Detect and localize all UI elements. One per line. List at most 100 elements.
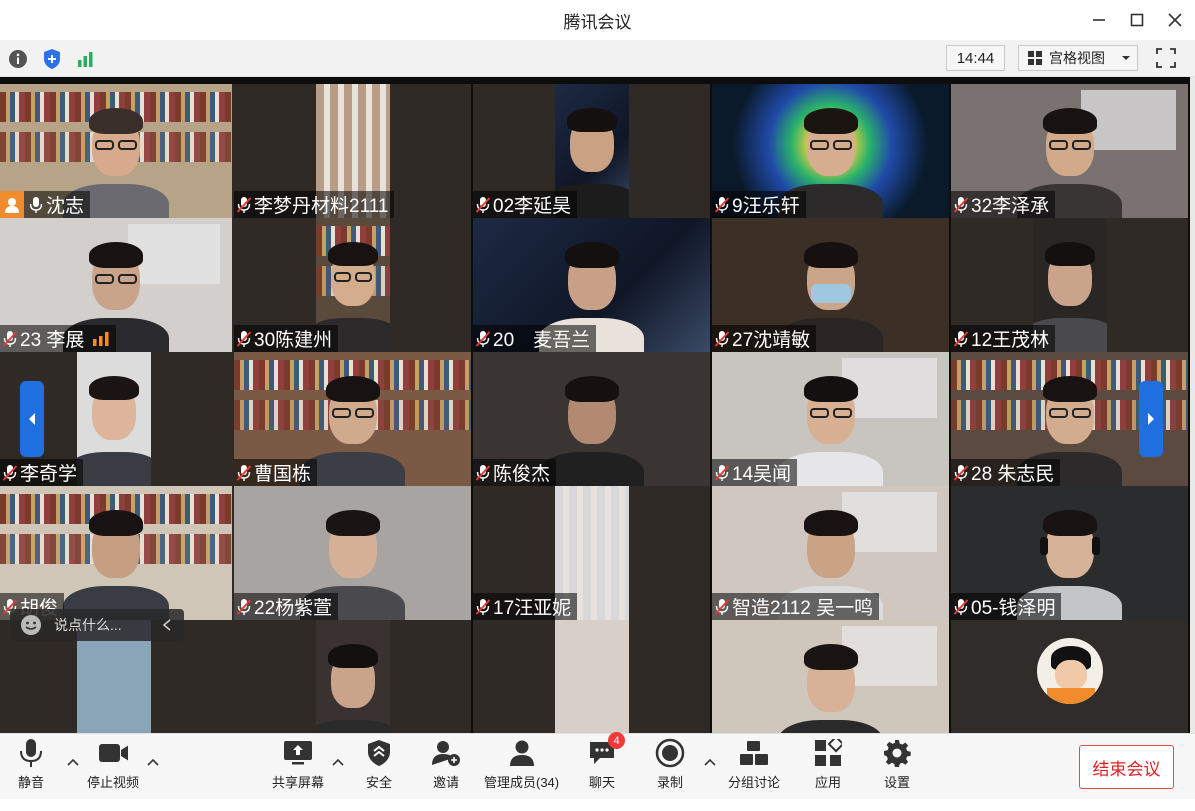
participant-name-tag: 02李延昊 xyxy=(473,191,578,218)
bottom-edge xyxy=(0,799,1195,811)
video-options-caret[interactable] xyxy=(147,756,159,768)
view-mode-label: 宫格视图 xyxy=(1049,50,1105,66)
breakout-rooms-button[interactable]: 分组讨论 xyxy=(728,738,780,791)
participant-name: 05-钱泽明 xyxy=(971,598,1056,619)
chevron-left-icon[interactable] xyxy=(162,619,172,631)
invite-icon xyxy=(432,741,460,766)
participant-tile[interactable]: 智造2112 吴一鸣 xyxy=(712,486,949,620)
participant-tile[interactable]: 30陈建州 xyxy=(234,218,471,352)
participant-name-tag: 20 麦吾兰 xyxy=(473,325,597,352)
avatar xyxy=(1037,638,1103,704)
invite-label: 邀请 xyxy=(432,775,459,790)
apps-label: 应用 xyxy=(814,775,841,790)
mute-button[interactable]: 静音 xyxy=(16,738,46,791)
participant-name: 14吴闻 xyxy=(732,464,792,485)
chat-button[interactable]: 4 聊天 xyxy=(587,732,625,791)
share-options-caret[interactable] xyxy=(332,756,344,768)
participant-tile[interactable]: 李梦丹材料2111 xyxy=(234,84,471,218)
maximize-icon[interactable] xyxy=(1127,10,1147,30)
meeting-time: 14:44 xyxy=(946,45,1005,71)
participant-name-tag: 28 朱志民 xyxy=(951,459,1061,486)
participant-tile[interactable]: 27沈靖敏 xyxy=(712,218,949,352)
chat-quick-input[interactable]: 说点什么... xyxy=(10,609,184,641)
fullscreen-icon[interactable] xyxy=(1153,45,1179,71)
participant-tile[interactable]: 20 麦吾兰 xyxy=(473,218,710,352)
record-options-caret[interactable] xyxy=(704,756,716,768)
participant-name: 12王茂林 xyxy=(971,330,1050,351)
microphone-icon xyxy=(29,196,43,213)
emoji-icon[interactable] xyxy=(20,614,42,636)
info-icon[interactable] xyxy=(6,47,30,71)
signal-icon[interactable] xyxy=(73,47,97,71)
members-icon xyxy=(509,740,534,766)
record-label: 录制 xyxy=(656,775,683,790)
chat-unread-badge: 4 xyxy=(608,732,625,749)
participant-name-tag: 曹国栋 xyxy=(234,459,318,486)
participant-tile[interactable]: 22杨紫萱 xyxy=(234,486,471,620)
participant-video xyxy=(555,620,629,733)
participant-name: 9汪乐轩 xyxy=(732,196,800,217)
mute-label: 静音 xyxy=(17,775,44,790)
participant-tile[interactable]: 曹国栋 xyxy=(234,352,471,486)
apps-button[interactable]: 应用 xyxy=(813,738,843,791)
participant-video xyxy=(712,620,949,733)
participant-video xyxy=(316,620,390,733)
participant-tile[interactable]: 32李泽承 xyxy=(951,84,1188,218)
manage-members-button[interactable]: 管理成员(34) xyxy=(484,738,559,791)
record-button[interactable]: 录制 xyxy=(655,738,685,791)
muted-mic-icon xyxy=(714,330,730,347)
chevron-left-icon xyxy=(29,413,35,425)
participant-name: 23 李展 xyxy=(20,330,85,351)
participant-name-tag: 12王茂林 xyxy=(951,325,1056,352)
share-screen-label: 共享屏幕 xyxy=(272,775,325,790)
apps-icon xyxy=(815,739,842,766)
page-next-button[interactable] xyxy=(1139,381,1163,457)
participant-tile[interactable]: 14吴闻 xyxy=(712,352,949,486)
stop-video-button[interactable]: 停止视频 xyxy=(87,738,139,791)
settings-button[interactable]: 设置 xyxy=(882,738,912,791)
participant-tile[interactable]: 胡俊 xyxy=(0,486,237,620)
participant-name-tag: 05-钱泽明 xyxy=(951,593,1062,620)
chat-placeholder: 说点什么... xyxy=(54,617,122,633)
participant-tile[interactable] xyxy=(951,620,1188,733)
chevron-right-icon xyxy=(1148,413,1154,425)
participant-tile[interactable]: 沈志 xyxy=(0,84,237,218)
participant-name: 20 麦吾兰 xyxy=(493,330,591,351)
participant-tile[interactable]: 23 李展 xyxy=(0,218,237,352)
participant-name-tag: 沈志 xyxy=(0,191,91,218)
security-shield-icon xyxy=(368,740,390,766)
participant-tile[interactable]: 02李延昊 xyxy=(473,84,710,218)
participant-name: 22杨紫萱 xyxy=(254,598,333,619)
share-screen-icon xyxy=(284,741,312,765)
host-icon xyxy=(5,197,19,213)
grid-icon xyxy=(1028,51,1042,65)
minimize-icon[interactable] xyxy=(1089,10,1109,30)
shield-icon[interactable] xyxy=(40,47,64,71)
video-camera-icon xyxy=(99,744,128,762)
settings-label: 设置 xyxy=(883,775,910,790)
participant-tile[interactable] xyxy=(473,620,710,733)
invite-button[interactable]: 邀请 xyxy=(431,738,461,791)
participant-tile[interactable]: 12王茂林 xyxy=(951,218,1188,352)
close-icon[interactable] xyxy=(1165,10,1185,30)
participant-tile[interactable] xyxy=(712,620,949,733)
participant-name: 沈志 xyxy=(46,196,85,217)
view-mode-select[interactable]: 宫格视图 xyxy=(1018,45,1138,71)
mute-options-caret[interactable] xyxy=(67,756,79,768)
participant-name-tag: 9汪乐轩 xyxy=(712,191,806,218)
share-screen-button[interactable]: 共享屏幕 xyxy=(272,738,324,791)
end-meeting-button[interactable]: 结束会议 xyxy=(1079,745,1174,789)
participant-tile[interactable]: 9汪乐轩 xyxy=(712,84,949,218)
page-prev-button[interactable] xyxy=(20,381,44,457)
muted-mic-icon xyxy=(475,330,491,347)
muted-mic-icon xyxy=(714,464,730,481)
participant-name: 李奇学 xyxy=(20,464,78,485)
security-button[interactable]: 安全 xyxy=(364,738,394,791)
microphone-icon xyxy=(20,739,42,767)
participant-tile[interactable]: 17汪亚妮 xyxy=(473,486,710,620)
participant-tile[interactable]: 05-钱泽明 xyxy=(951,486,1188,620)
stop-video-label: 停止视频 xyxy=(87,775,140,790)
participant-tile[interactable]: 陈俊杰 xyxy=(473,352,710,486)
scrollbar-track[interactable] xyxy=(1190,77,1195,733)
participant-tile[interactable] xyxy=(234,620,471,733)
